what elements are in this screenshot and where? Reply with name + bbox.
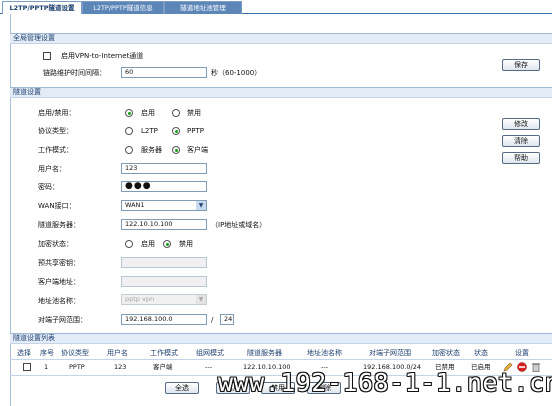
protocol-l2tp-radio[interactable] xyxy=(125,127,133,135)
col-username: 用户名 xyxy=(107,349,128,357)
col-server: 隧道服务器 xyxy=(247,349,282,357)
cell-network: --- xyxy=(205,363,213,371)
psk-label: 预共享密钥： xyxy=(38,259,80,267)
encrypt-on-radio[interactable] xyxy=(125,240,133,248)
mode-label: 工作模式： xyxy=(38,146,73,154)
enable-off-label: 禁用 xyxy=(187,109,201,117)
help-button[interactable]: 帮助 xyxy=(502,152,540,164)
password-input[interactable]: ●●● xyxy=(121,181,207,192)
enable-label: 启用/禁用： xyxy=(38,109,76,117)
tab-tunnel-settings[interactable]: L2TP/PPTP隧道设置 xyxy=(2,1,82,14)
peer-range-separator: / xyxy=(211,316,214,324)
section-global: 全局管理设置 xyxy=(10,33,552,44)
tab-tunnel-info[interactable]: L2TP/PPTP隧道信息 xyxy=(82,1,164,14)
cell-username: 123 xyxy=(114,363,127,371)
password-label: 密码： xyxy=(38,183,59,191)
enable-on-label: 启用 xyxy=(141,109,155,117)
server-label: 隧道服务器： xyxy=(38,221,80,229)
col-protocol: 协议类型 xyxy=(61,349,89,357)
section-tunnel-list: 隧道设置列表 xyxy=(10,333,552,344)
encrypt-label: 加密状态： xyxy=(38,240,73,248)
encrypt-on-label: 启用 xyxy=(141,240,155,248)
tab-address-pool[interactable]: 隧道地址池管理 xyxy=(164,1,242,14)
save-button[interactable]: 保存 xyxy=(502,59,540,71)
enable-off-radio[interactable] xyxy=(172,109,180,117)
username-label: 用户名： xyxy=(38,165,66,173)
keepalive-unit: 秒（60-1000） xyxy=(211,69,262,77)
tab-bar: L2TP/PPTP隧道设置 L2TP/PPTP隧道信息 隧道地址池管理 xyxy=(0,0,552,14)
protocol-pptp-label: PPTP xyxy=(187,127,204,135)
encrypt-off-radio[interactable] xyxy=(163,240,171,248)
protocol-l2tp-label: L2TP xyxy=(141,127,158,135)
col-index: 序号 xyxy=(40,349,54,357)
col-network: 组网模式 xyxy=(196,349,224,357)
col-peer-range: 对端子网范围 xyxy=(369,349,411,357)
psk-input[interactable] xyxy=(121,257,207,268)
pool-label: 地址池名称： xyxy=(38,297,80,305)
mode-client-radio[interactable] xyxy=(172,146,180,154)
pool-select-value: pptp vpn xyxy=(125,295,155,303)
watermark-text: www.192-168-1-1.net.cn xyxy=(218,368,552,397)
col-encrypt: 加密状态 xyxy=(432,349,460,357)
col-mode: 工作模式 xyxy=(150,349,178,357)
chevron-down-icon: ▼ xyxy=(196,295,206,304)
keepalive-input[interactable]: 60 xyxy=(121,67,207,78)
server-hint: （IP地址或域名） xyxy=(211,221,267,229)
enable-vpn-label: 启用VPN-to-Internet通道 xyxy=(61,52,144,60)
cell-index: 1 xyxy=(44,363,49,371)
username-input[interactable]: 123 xyxy=(121,163,207,174)
table-divider xyxy=(10,359,552,360)
protocol-pptp-radio[interactable] xyxy=(172,127,180,135)
peer-range-ip-input[interactable]: 192.168.100.0 xyxy=(121,314,207,325)
chevron-down-icon: ▼ xyxy=(196,201,206,210)
cell-protocol: PPTP xyxy=(69,363,85,371)
peer-range-mask-input[interactable]: 24 xyxy=(220,314,234,325)
mode-client-label: 客户端 xyxy=(187,146,208,154)
wan-select-value: WAN1 xyxy=(125,201,145,209)
select-all-button[interactable]: 全选 xyxy=(165,382,199,394)
enable-vpn-checkbox[interactable] xyxy=(43,52,51,60)
mode-server-radio[interactable] xyxy=(125,146,133,154)
client-addr-input[interactable] xyxy=(121,276,207,287)
pool-select[interactable]: pptp vpn ▼ xyxy=(121,294,207,305)
row-select-checkbox[interactable] xyxy=(23,363,31,371)
clear-button[interactable]: 清除 xyxy=(502,135,540,147)
modify-button[interactable]: 修改 xyxy=(502,118,540,130)
col-select: 选择 xyxy=(17,349,31,357)
col-status: 状态 xyxy=(474,349,488,357)
protocol-label: 协议类型： xyxy=(38,127,73,135)
mode-server-label: 服务器 xyxy=(141,146,162,154)
section-tunnel: 隧道设置 xyxy=(10,87,552,98)
keepalive-label: 链路维护时间间隔： xyxy=(43,69,106,77)
server-input[interactable]: 122.10.10.100 xyxy=(121,219,207,230)
cell-mode: 客户端 xyxy=(153,363,173,371)
encrypt-off-label: 禁用 xyxy=(179,240,193,248)
enable-on-radio[interactable] xyxy=(125,109,133,117)
client-addr-label: 客户端地址： xyxy=(38,278,80,286)
col-pool: 地址池名称 xyxy=(307,349,342,357)
peer-range-label: 对端子网范围： xyxy=(38,316,87,324)
col-actions: 设置 xyxy=(515,349,529,357)
wan-select[interactable]: WAN1 ▼ xyxy=(121,200,207,211)
wan-label: WAN接口： xyxy=(38,202,76,210)
